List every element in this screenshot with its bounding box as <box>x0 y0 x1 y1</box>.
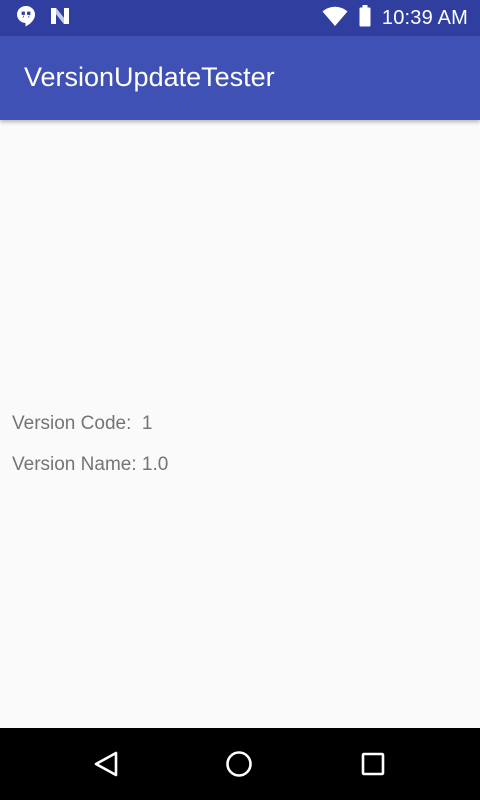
app-bar: VersionUpdateTester <box>0 36 480 120</box>
status-time: 10:39 AM <box>381 6 468 29</box>
back-button[interactable] <box>89 746 125 782</box>
home-icon <box>226 751 252 777</box>
screen: 10:39 AM VersionUpdateTester Version Cod… <box>0 0 480 800</box>
main-content: Version Code: 1 Version Name: 1.0 <box>0 120 480 728</box>
back-icon <box>94 751 118 777</box>
notification-icons <box>14 6 72 30</box>
recents-button[interactable] <box>355 746 391 782</box>
version-name-text: Version Name: 1.0 <box>12 454 169 475</box>
battery-icon <box>358 4 372 32</box>
status-bar: 10:39 AM <box>0 0 480 36</box>
home-button[interactable] <box>221 746 257 782</box>
version-code-text: Version Code: 1 <box>12 413 153 434</box>
wifi-icon <box>322 5 348 31</box>
n-logo-icon <box>48 4 72 32</box>
recents-icon <box>361 752 385 776</box>
navigation-bar <box>0 728 480 800</box>
system-icons: 10:39 AM <box>322 0 468 36</box>
app-title: VersionUpdateTester <box>24 62 275 92</box>
hangouts-icon <box>14 4 38 32</box>
